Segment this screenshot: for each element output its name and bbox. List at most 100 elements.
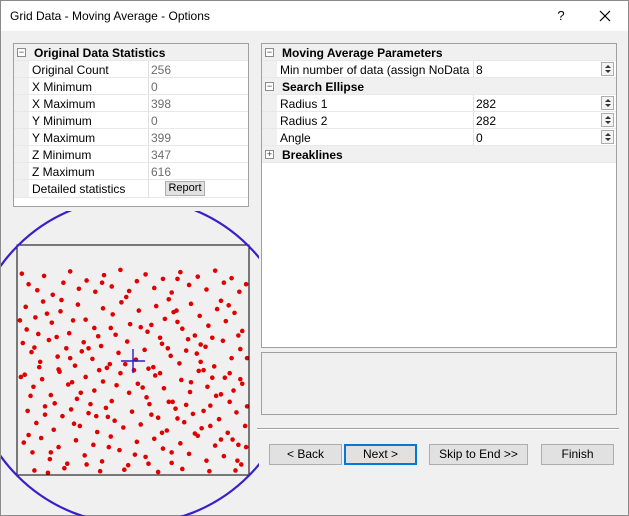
stat-row-detailed[interactable]: Detailed statistics Report (14, 180, 248, 198)
data-point (125, 462, 131, 468)
data-point (47, 456, 53, 462)
close-button[interactable] (595, 6, 615, 26)
data-point (25, 408, 30, 414)
data-point (140, 385, 145, 390)
stat-row-original-count[interactable]: Original Count 256 (14, 61, 248, 78)
data-point (162, 316, 168, 322)
next-button[interactable]: Next > (344, 444, 417, 465)
data-point (149, 412, 154, 417)
report-button[interactable]: Report (165, 181, 205, 196)
param-row-angle[interactable]: Angle 0 (262, 129, 616, 146)
data-point (168, 353, 173, 359)
data-point (42, 404, 48, 409)
data-point (22, 372, 28, 378)
data-point (134, 278, 140, 284)
data-point (81, 339, 86, 345)
data-point (199, 425, 204, 431)
stat-row-z-maximum[interactable]: Z Maximum 616 (14, 163, 248, 180)
data-point (35, 287, 40, 293)
data-point (100, 306, 106, 311)
data-point (178, 441, 183, 446)
data-point (132, 452, 138, 457)
data-point (101, 272, 107, 278)
data-point (95, 333, 101, 339)
radius2-input[interactable]: 282 (476, 114, 496, 128)
data-point (208, 423, 213, 429)
data-point (39, 376, 45, 382)
statistics-grid[interactable]: − Original Data Statistics Original Coun… (13, 43, 249, 207)
data-point (38, 435, 44, 441)
data-preview-plot (1, 211, 259, 516)
data-point (237, 289, 242, 295)
data-point (19, 271, 25, 276)
data-point (207, 468, 212, 474)
param-row-radius1[interactable]: Radius 1 282 (262, 95, 616, 112)
data-point (49, 320, 55, 325)
data-point (164, 428, 170, 433)
data-point (79, 349, 85, 354)
finish-button[interactable]: Finish (541, 444, 614, 465)
data-point (190, 411, 196, 417)
statistics-category[interactable]: − Original Data Statistics (14, 44, 248, 61)
collapse-icon[interactable]: − (265, 48, 274, 57)
angle-spinner[interactable] (601, 130, 614, 144)
data-point (48, 450, 54, 455)
collapse-icon[interactable]: − (17, 48, 26, 57)
stat-row-z-minimum[interactable]: Z Minimum 347 (14, 146, 248, 163)
collapse-icon[interactable]: − (265, 82, 274, 91)
radius1-input[interactable]: 282 (476, 97, 496, 111)
data-point (93, 413, 99, 419)
expand-icon[interactable]: + (265, 150, 274, 159)
data-point (236, 442, 241, 448)
data-point (92, 388, 97, 393)
data-point (226, 303, 231, 308)
data-point (41, 273, 47, 279)
data-point (216, 416, 222, 422)
radius2-spinner[interactable] (601, 113, 614, 127)
data-point (26, 432, 31, 438)
stat-row-y-minimum[interactable]: Y Minimum 0 (14, 112, 248, 129)
help-button[interactable]: ? (549, 4, 573, 28)
search-ellipse-category[interactable]: − Search Ellipse (262, 78, 616, 95)
data-point (77, 423, 83, 429)
data-point (52, 401, 57, 406)
dialog-window: Grid Data - Moving Average - Options ? −… (0, 0, 629, 516)
data-point (221, 453, 227, 459)
data-point (83, 374, 88, 380)
data-point (165, 346, 171, 351)
data-point (183, 348, 189, 353)
data-point (166, 296, 172, 302)
stat-row-x-minimum[interactable]: X Minimum 0 (14, 78, 248, 95)
angle-input[interactable]: 0 (476, 131, 483, 145)
data-point (118, 370, 123, 376)
back-button[interactable]: < Back (269, 444, 342, 465)
data-point (169, 460, 174, 466)
data-point (32, 345, 37, 350)
data-point (152, 373, 158, 378)
data-point (26, 281, 31, 287)
parameters-grid[interactable]: − Moving Average Parameters Min number o… (261, 43, 617, 348)
min-data-input[interactable]: 8 (476, 63, 483, 77)
data-point (238, 462, 244, 467)
data-point (222, 375, 228, 381)
data-point (88, 401, 93, 407)
data-point (60, 413, 65, 419)
stat-row-x-maximum[interactable]: X Maximum 398 (14, 95, 248, 112)
param-row-min-data[interactable]: Min number of data (assign NoData if... … (262, 61, 616, 78)
data-point (243, 444, 249, 450)
moving-average-category[interactable]: − Moving Average Parameters (262, 44, 616, 61)
data-point (72, 363, 78, 368)
stat-row-y-maximum[interactable]: Y Maximum 399 (14, 129, 248, 146)
radius1-spinner[interactable] (601, 96, 614, 110)
skip-to-end-button[interactable]: Skip to End >> (429, 444, 528, 465)
data-point (223, 318, 229, 324)
data-point (198, 342, 203, 347)
breaklines-category[interactable]: + Breaklines (262, 146, 616, 163)
data-point (236, 333, 241, 338)
data-point (134, 439, 140, 445)
data-point (204, 287, 209, 292)
param-row-radius2[interactable]: Radius 2 282 (262, 112, 616, 129)
data-point (50, 292, 56, 298)
min-data-spinner[interactable] (601, 62, 614, 76)
data-point (153, 303, 159, 309)
